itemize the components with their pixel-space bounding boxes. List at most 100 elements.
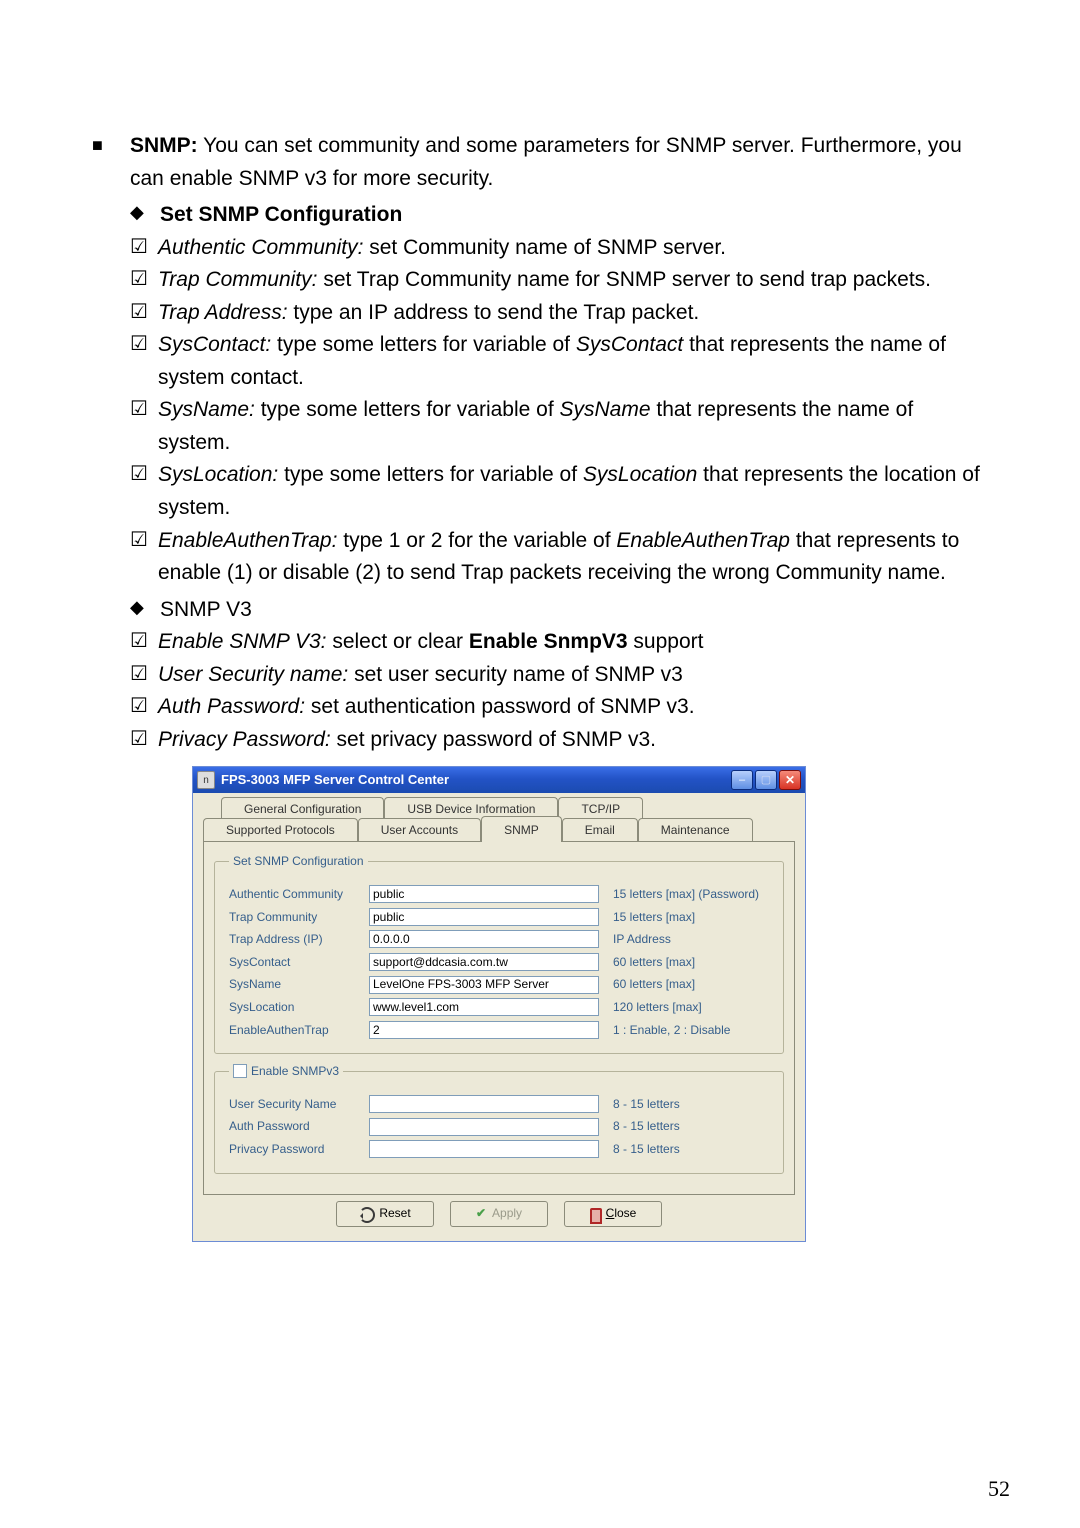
check-icon: ☑ bbox=[130, 459, 158, 524]
privacy-password-input[interactable] bbox=[369, 1140, 599, 1158]
term: Authentic Community: bbox=[158, 236, 363, 259]
check-icon: ☑ bbox=[130, 659, 158, 692]
check-icon: ☑ bbox=[130, 724, 158, 757]
tab-row-front: Supported Protocols User Accounts SNMP E… bbox=[203, 820, 795, 842]
bullet-text: SNMP: You can set community and some par… bbox=[130, 130, 988, 195]
control-center-dialog: n FPS-3003 MFP Server Control Center – ▢… bbox=[192, 766, 806, 1241]
term: Trap Address: bbox=[158, 301, 288, 324]
label: EnableAuthenTrap bbox=[229, 1021, 369, 1040]
term: SysContact: bbox=[158, 333, 271, 356]
enable-snmpv3-checkbox[interactable] bbox=[233, 1064, 247, 1078]
hint: IP Address bbox=[613, 930, 671, 949]
check-icon: ☑ bbox=[130, 264, 158, 297]
group-legend: Set SNMP Configuration bbox=[229, 852, 368, 871]
square-bullet-icon: ■ bbox=[92, 130, 130, 195]
snmpv3-heading: SNMP V3 bbox=[160, 594, 252, 627]
hint: 15 letters [max] (Password) bbox=[613, 885, 759, 904]
sysname-input[interactable]: LevelOne FPS-3003 MFP Server bbox=[369, 976, 599, 994]
authentic-community-input[interactable]: public bbox=[369, 885, 599, 903]
tab-panel-snmp: Set SNMP Configuration Authentic Communi… bbox=[203, 841, 795, 1194]
label: Apply bbox=[492, 1204, 522, 1223]
item-trap-address: ☑ Trap Address: type an IP address to se… bbox=[130, 297, 988, 330]
desc: type an IP address to send the Trap pack… bbox=[288, 301, 700, 324]
label: User Security Name bbox=[229, 1095, 369, 1114]
desc1: type some letters for variable of bbox=[255, 398, 560, 421]
item-privacy-password: ☑ Privacy Password: set privacy password… bbox=[130, 724, 988, 757]
field-privacy-password: Privacy Password 8 - 15 letters bbox=[229, 1140, 773, 1159]
term: Privacy Password: bbox=[158, 728, 331, 751]
close-button[interactable]: Close bbox=[564, 1201, 662, 1227]
trap-community-input[interactable]: public bbox=[369, 908, 599, 926]
syscontact-input[interactable]: support@ddcasia.com.tw bbox=[369, 953, 599, 971]
tab-email[interactable]: Email bbox=[562, 818, 638, 843]
document-page: ■ SNMP: You can set community and some p… bbox=[0, 0, 1080, 1282]
tab-snmp[interactable]: SNMP bbox=[481, 816, 562, 843]
field-syscontact: SysContact support@ddcasia.com.tw 60 let… bbox=[229, 953, 773, 972]
var: SysContact bbox=[576, 333, 683, 356]
desc1: type some letters for variable of bbox=[278, 463, 583, 486]
minimize-button[interactable]: – bbox=[731, 770, 753, 790]
group-enable-snmpv3: Enable SNMPv3 User Security Name 8 - 15 … bbox=[214, 1062, 784, 1173]
hint: 60 letters [max] bbox=[613, 975, 695, 994]
tab-maintenance[interactable]: Maintenance bbox=[638, 818, 753, 843]
legend-text: Enable SNMPv3 bbox=[251, 1062, 339, 1081]
close-button[interactable]: ✕ bbox=[779, 770, 801, 790]
label: Authentic Community bbox=[229, 885, 369, 904]
term: Trap Community: bbox=[158, 268, 317, 291]
tab-user-accounts[interactable]: User Accounts bbox=[358, 818, 481, 843]
item-syslocation: ☑ SysLocation: type some letters for var… bbox=[130, 459, 988, 524]
sub-list: ◆ Set SNMP Configuration ☑ Authentic Com… bbox=[130, 199, 988, 756]
field-trap-address: Trap Address (IP) 0.0.0.0 IP Address bbox=[229, 930, 773, 949]
window-title: FPS-3003 MFP Server Control Center bbox=[221, 770, 729, 790]
syslocation-input[interactable]: www.level1.com bbox=[369, 998, 599, 1016]
check-icon: ☑ bbox=[130, 232, 158, 265]
hint: 8 - 15 letters bbox=[613, 1140, 680, 1159]
trap-address-input[interactable]: 0.0.0.0 bbox=[369, 930, 599, 948]
auth-password-input[interactable] bbox=[369, 1118, 599, 1136]
enableauthentrap-input[interactable]: 2 bbox=[369, 1021, 599, 1039]
term: SysName: bbox=[158, 398, 255, 421]
hint: 120 letters [max] bbox=[613, 998, 702, 1017]
term: SysLocation: bbox=[158, 463, 278, 486]
item-auth-password: ☑ Auth Password: set authentication pass… bbox=[130, 691, 988, 724]
tab-supported-protocols[interactable]: Supported Protocols bbox=[203, 818, 358, 843]
desc1: type 1 or 2 for the variable of bbox=[337, 529, 616, 552]
bullet-snmp: ■ SNMP: You can set community and some p… bbox=[92, 130, 988, 195]
snmpv3-heading-row: ◆ SNMP V3 bbox=[130, 594, 988, 627]
check-icon: ☑ bbox=[130, 626, 158, 659]
snmp-intro: You can set community and some parameter… bbox=[130, 134, 962, 190]
field-syslocation: SysLocation www.level1.com 120 letters [… bbox=[229, 998, 773, 1017]
desc-a: select or clear bbox=[326, 630, 468, 653]
label: Trap Community bbox=[229, 908, 369, 927]
reset-button[interactable]: Reset bbox=[336, 1201, 434, 1227]
item-auth-community: ☑ Authentic Community: set Community nam… bbox=[130, 232, 988, 265]
item-trap-community: ☑ Trap Community: set Trap Community nam… bbox=[130, 264, 988, 297]
check-icon: ☑ bbox=[130, 297, 158, 330]
user-security-name-input[interactable] bbox=[369, 1095, 599, 1113]
item-syscontact: ☑ SysContact: type some letters for vari… bbox=[130, 329, 988, 394]
check-icon: ☑ bbox=[130, 691, 158, 724]
enable-bold: Enable SnmpV3 bbox=[469, 630, 628, 653]
field-auth-password: Auth Password 8 - 15 letters bbox=[229, 1117, 773, 1136]
field-authentic-community: Authentic Community public 15 letters [m… bbox=[229, 885, 773, 904]
term: Enable SNMP V3: bbox=[158, 630, 326, 653]
group-set-snmp-configuration: Set SNMP Configuration Authentic Communi… bbox=[214, 852, 784, 1054]
label: SysName bbox=[229, 975, 369, 994]
snmp-label: SNMP: bbox=[130, 134, 198, 157]
label: SysLocation bbox=[229, 998, 369, 1017]
maximize-button[interactable]: ▢ bbox=[755, 770, 777, 790]
desc: set authentication password of SNMP v3. bbox=[305, 695, 694, 718]
door-icon bbox=[590, 1208, 600, 1220]
field-enableauthentrap: EnableAuthenTrap 2 1 : Enable, 2 : Disab… bbox=[229, 1021, 773, 1040]
label: Auth Password bbox=[229, 1117, 369, 1136]
item-user-security-name: ☑ User Security name: set user security … bbox=[130, 659, 988, 692]
item-enable-snmpv3: ☑ Enable SNMP V3: select or clear Enable… bbox=[130, 626, 988, 659]
apply-icon: ✔ bbox=[476, 1204, 486, 1223]
term: EnableAuthenTrap: bbox=[158, 529, 337, 552]
titlebar[interactable]: n FPS-3003 MFP Server Control Center – ▢… bbox=[193, 767, 805, 793]
label: SysContact bbox=[229, 953, 369, 972]
diamond-icon: ◆ bbox=[130, 199, 160, 232]
field-user-security-name: User Security Name 8 - 15 letters bbox=[229, 1095, 773, 1114]
apply-button[interactable]: ✔ Apply bbox=[450, 1201, 548, 1227]
label: Reset bbox=[379, 1204, 410, 1223]
